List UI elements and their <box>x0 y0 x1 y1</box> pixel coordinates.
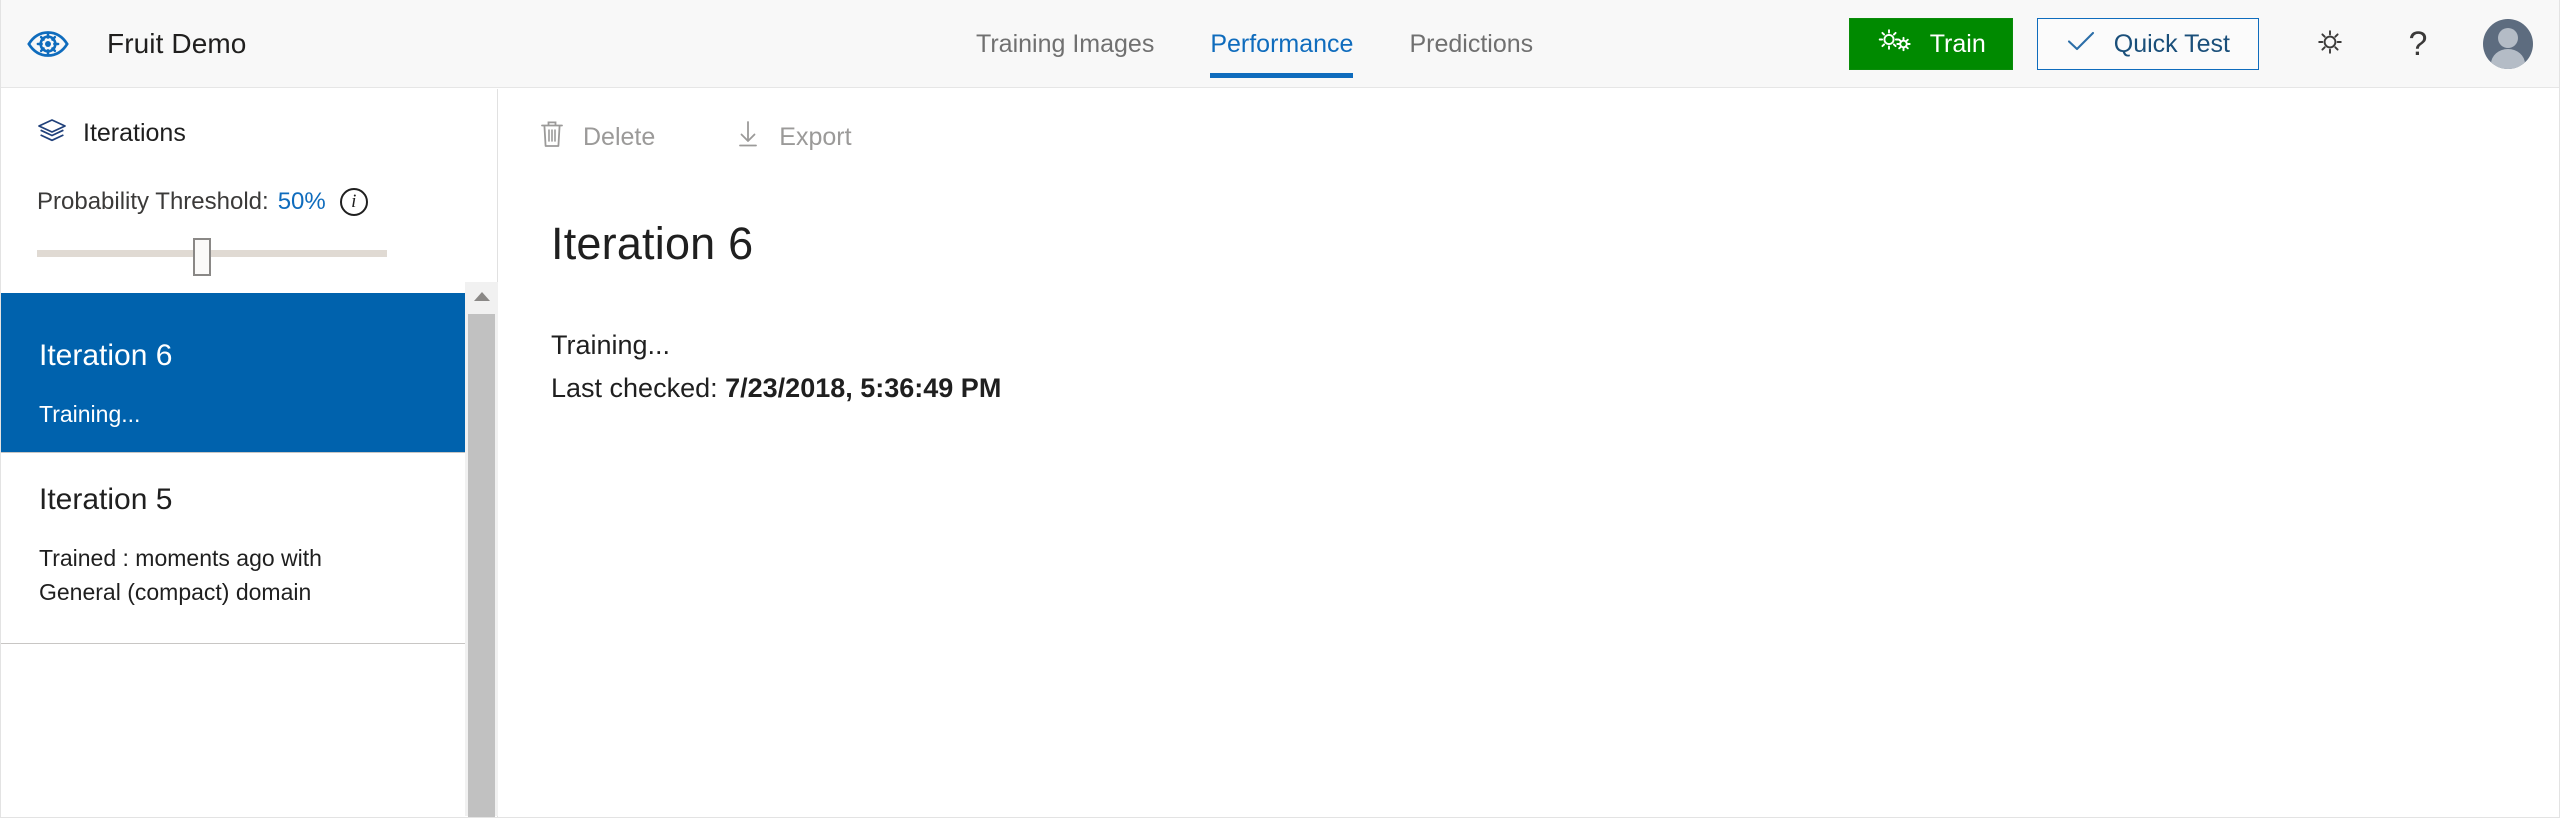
app-header: Fruit Demo Training Images Performance P… <box>1 0 2559 88</box>
iteration-detail-title: Iteration 6 <box>551 218 754 269</box>
settings-button[interactable] <box>2301 15 2359 73</box>
train-button[interactable]: Train <box>1848 18 2013 70</box>
scroll-up-button[interactable] <box>465 282 498 314</box>
gear-icon <box>2311 23 2349 66</box>
brand[interactable]: Fruit Demo <box>25 0 246 88</box>
checkmark-icon <box>2066 29 2096 60</box>
sidebar-heading-label: Iterations <box>83 119 186 147</box>
chevron-up-icon <box>473 289 491 307</box>
probability-threshold-control: Probability Threshold: 50% i <box>1 150 497 276</box>
list-item[interactable]: Iteration 6 Training... <box>1 293 465 453</box>
quick-test-button-label: Quick Test <box>2113 29 2230 58</box>
header-actions: Train Quick Test ? <box>1848 0 2559 88</box>
sidebar-scrollbar[interactable] <box>465 282 498 817</box>
avatar[interactable] <box>2483 19 2533 69</box>
scrollbar-thumb[interactable] <box>468 314 495 817</box>
tab-performance[interactable]: Performance <box>1210 0 1354 88</box>
tab-training-images[interactable]: Training Images <box>976 0 1154 88</box>
threshold-row: Probability Threshold: 50% i <box>37 188 497 216</box>
slider-track <box>37 250 387 257</box>
slider-thumb[interactable] <box>192 238 211 276</box>
download-icon <box>735 119 761 156</box>
last-checked-label: Last checked: <box>551 372 718 403</box>
last-checked-value: 7/23/2018, 5:36:49 PM <box>725 372 1002 403</box>
avatar-body <box>2491 49 2525 69</box>
list-item[interactable]: Iteration 5 Trained : moments ago with G… <box>1 453 465 645</box>
export-button-label: Export <box>779 123 852 151</box>
iteration-status: Trained : moments ago with General (comp… <box>39 545 322 606</box>
help-button[interactable]: ? <box>2389 15 2447 73</box>
trash-icon <box>539 119 565 156</box>
layers-icon <box>37 117 67 150</box>
main-content: Delete Export Iteration 6 Training... La… <box>499 89 2559 817</box>
threshold-slider[interactable] <box>37 238 387 276</box>
tab-predictions[interactable]: Predictions <box>1409 0 1533 88</box>
avatar-head <box>2498 27 2518 48</box>
gears-icon <box>1876 26 1914 63</box>
custom-vision-app: Fruit Demo Training Images Performance P… <box>0 0 2560 818</box>
export-button[interactable]: Export <box>735 119 852 156</box>
delete-button[interactable]: Delete <box>539 119 655 156</box>
iterations-sidebar: Iterations Probability Threshold: 50% i … <box>1 89 498 817</box>
delete-button-label: Delete <box>583 123 656 151</box>
content-toolbar: Delete Export <box>499 89 2559 156</box>
train-button-label: Train <box>1929 29 1986 58</box>
threshold-label: Probability Threshold: <box>37 188 269 215</box>
iteration-title: Iteration 6 <box>39 339 173 372</box>
eye-gear-logo-icon <box>25 21 71 67</box>
iterations-list: Iteration 6 Training... Iteration 5 Trai… <box>1 293 465 817</box>
iteration-status: Training... <box>39 401 141 427</box>
iteration-detail-status: Training... <box>551 330 671 360</box>
quick-test-button[interactable]: Quick Test <box>2036 18 2259 70</box>
last-checked-row: Last checked: 7/23/2018, 5:36:49 PM <box>551 367 2559 410</box>
sidebar-heading: Iterations <box>1 89 497 150</box>
question-mark-icon: ? <box>2408 24 2428 63</box>
page-title: Fruit Demo <box>107 28 247 59</box>
iteration-title: Iteration 5 <box>39 483 173 516</box>
iteration-detail-panel: Iteration 6 Training... Last checked: 7/… <box>499 156 2559 409</box>
info-icon[interactable]: i <box>339 188 368 216</box>
threshold-value: 50% <box>277 188 326 215</box>
main-nav-tabs: Training Images Performance Predictions <box>976 0 1533 88</box>
